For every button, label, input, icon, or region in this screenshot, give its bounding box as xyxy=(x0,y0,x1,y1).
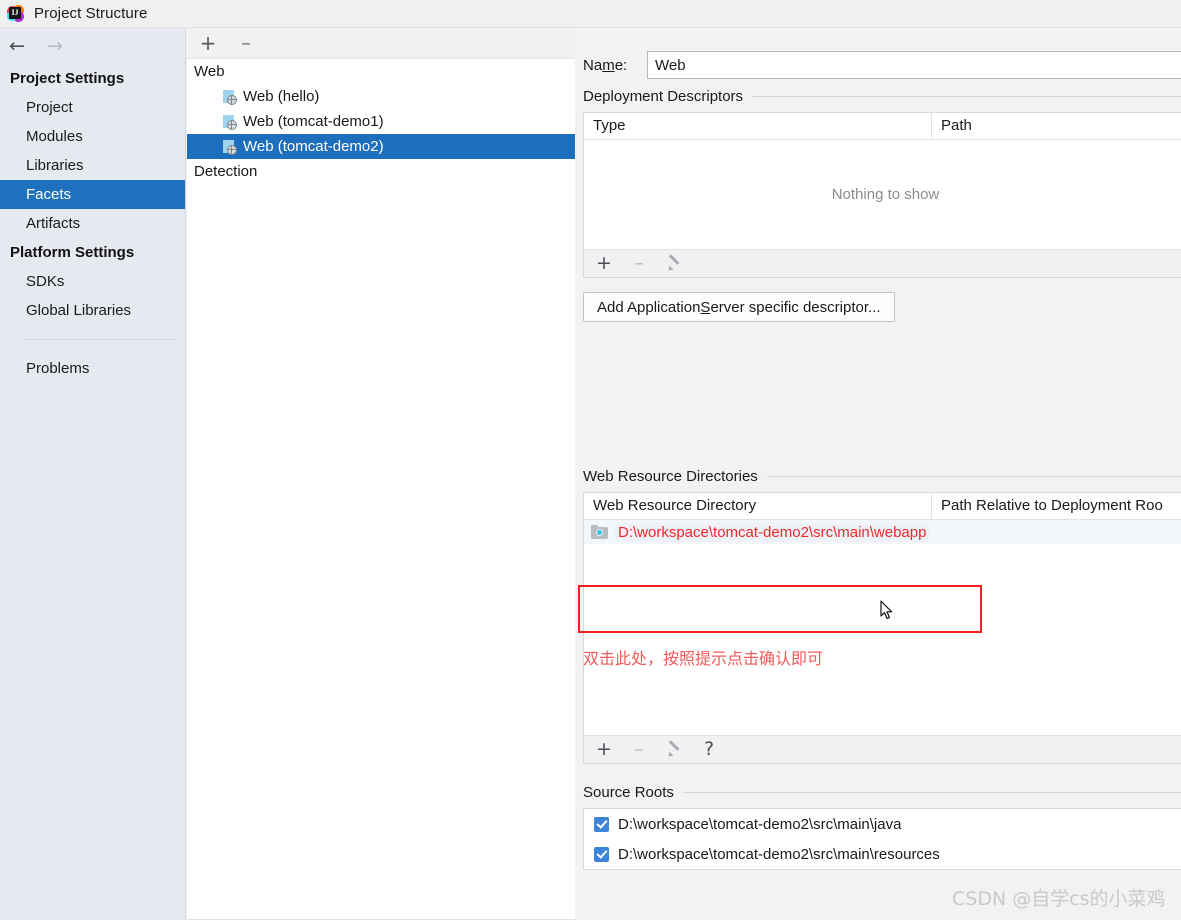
settings-sidebar: ← → Project Settings Project Modules Lib… xyxy=(0,28,186,920)
sidebar-item-sdks[interactable]: SDKs xyxy=(0,267,185,296)
facet-detail-panel: Name: Deployment Descriptors Type Path N… xyxy=(576,28,1181,920)
tree-row[interactable]: Web (hello) xyxy=(187,84,575,109)
sidebar-item-problems[interactable]: Problems xyxy=(0,354,185,383)
sidebar-nav-arrows: ← → xyxy=(0,28,185,64)
web-resource-path: D:\workspace\tomcat-demo2\src\main\webap… xyxy=(615,522,930,542)
checkbox-checked-icon[interactable] xyxy=(594,846,609,862)
deployment-descriptors-label: Deployment Descriptors xyxy=(583,88,744,105)
tree-row-label: Web (tomcat-demo2) xyxy=(243,138,384,155)
project-structure-dialog: IJ Project Structure ← → Project Setting… xyxy=(0,0,1181,920)
sidebar-item-modules[interactable]: Modules xyxy=(0,122,185,151)
list-item[interactable]: D:\workspace\tomcat-demo2\src\main\resou… xyxy=(584,839,1181,869)
remove-facet-button[interactable]: – xyxy=(235,32,257,54)
tree-row[interactable]: Detection xyxy=(187,159,575,184)
column-header-web-resource-directory: Web Resource Directory xyxy=(584,493,932,519)
source-root-path: D:\workspace\tomcat-demo2\src\main\java xyxy=(618,815,902,833)
facet-name-input[interactable] xyxy=(647,51,1181,79)
deployment-descriptors-table: Type Path Nothing to show + – xyxy=(583,112,1181,278)
deployment-table-toolbar: + – xyxy=(584,249,1181,277)
folder-web-icon xyxy=(591,524,609,540)
section-rule xyxy=(766,476,1181,477)
sidebar-group-platform-settings: Platform Settings xyxy=(10,244,135,261)
sidebar-item-project[interactable]: Project xyxy=(0,93,185,122)
web-facet-icon xyxy=(222,114,238,130)
web-resource-rows: D:\workspace\tomcat-demo2\src\main\webap… xyxy=(584,520,1181,735)
facets-tree-toolbar: + – xyxy=(187,28,575,58)
deployment-empty-message: Nothing to show xyxy=(831,186,940,203)
source-roots-table: D:\workspace\tomcat-demo2\src\main\java … xyxy=(583,808,1181,870)
table-header-row: Web Resource Directory Path Relative to … xyxy=(584,493,1181,520)
add-application-server-descriptor-button[interactable]: Add Application Server specific descript… xyxy=(583,292,895,322)
tree-row[interactable]: Web xyxy=(187,59,575,84)
source-roots-label: Source Roots xyxy=(583,784,674,801)
facets-tree-body: Web Web (hello) Web (tomcat-demo1) Web (… xyxy=(187,58,575,920)
table-header-row: Type Path xyxy=(584,113,1181,140)
source-root-path: D:\workspace\tomcat-demo2\src\main\resou… xyxy=(618,845,940,863)
pencil-icon[interactable] xyxy=(664,739,684,760)
web-resource-table-toolbar: + – ? xyxy=(584,735,1181,763)
arrow-left-icon[interactable]: ← xyxy=(6,35,28,57)
source-roots-header: Source Roots xyxy=(583,784,1181,801)
tree-row-selected[interactable]: Web (tomcat-demo2) xyxy=(187,134,575,159)
sidebar-group-project-settings: Project Settings xyxy=(10,70,125,87)
window-title: Project Structure xyxy=(34,5,148,22)
deployment-descriptors-header: Deployment Descriptors xyxy=(583,88,1181,105)
section-rule xyxy=(682,792,1181,793)
remove-descriptor-button[interactable]: – xyxy=(629,254,649,274)
sidebar-item-libraries[interactable]: Libraries xyxy=(0,151,185,180)
tree-row-label: Detection xyxy=(194,163,258,180)
help-icon[interactable]: ? xyxy=(699,740,719,760)
window-titlebar: IJ Project Structure xyxy=(0,0,1181,28)
intellij-idea-icon: IJ xyxy=(7,5,24,22)
column-header-path-relative: Path Relative to Deployment Roo xyxy=(941,497,1163,514)
column-header-path: Path xyxy=(941,117,972,134)
section-rule xyxy=(752,96,1181,97)
sidebar-divider xyxy=(24,339,175,340)
list-item[interactable]: D:\workspace\tomcat-demo2\src\main\java xyxy=(584,809,1181,839)
facet-name-label: Name: xyxy=(583,56,628,74)
tree-row-label: Web xyxy=(194,63,225,80)
table-row[interactable]: D:\workspace\tomcat-demo2\src\main\webap… xyxy=(584,520,1181,544)
sidebar-item-global-libraries[interactable]: Global Libraries xyxy=(0,296,185,325)
web-facet-icon xyxy=(222,139,238,155)
pencil-icon[interactable] xyxy=(664,253,684,274)
tree-row[interactable]: Web (tomcat-demo1) xyxy=(187,109,575,134)
add-facet-button[interactable]: + xyxy=(197,32,219,54)
sidebar-item-artifacts[interactable]: Artifacts xyxy=(0,209,185,238)
web-facet-icon xyxy=(222,89,238,105)
web-resource-directories-header: Web Resource Directories xyxy=(583,468,1181,485)
arrow-right-icon[interactable]: → xyxy=(44,35,66,57)
facets-tree-panel: + – Web Web (hello) Web (tomcat-demo1) W… xyxy=(187,28,575,920)
annotation-note-text: 双击此处，按照提示点击确认即可 xyxy=(583,649,824,668)
web-resource-directories-label: Web Resource Directories xyxy=(583,468,758,485)
tree-row-label: Web (tomcat-demo1) xyxy=(243,113,384,130)
facet-name-row: Name: xyxy=(576,28,1181,80)
web-resource-directories-table: Web Resource Directory Path Relative to … xyxy=(583,492,1181,764)
checkbox-checked-icon[interactable] xyxy=(594,816,609,832)
column-header-type: Type xyxy=(584,113,932,139)
tree-row-label: Web (hello) xyxy=(243,88,320,105)
remove-web-resource-button[interactable]: – xyxy=(629,740,649,760)
sidebar-item-facets[interactable]: Facets xyxy=(0,180,185,209)
ij-icon-letters: IJ xyxy=(9,7,21,19)
add-web-resource-button[interactable]: + xyxy=(594,740,614,760)
add-descriptor-button[interactable]: + xyxy=(594,254,614,274)
